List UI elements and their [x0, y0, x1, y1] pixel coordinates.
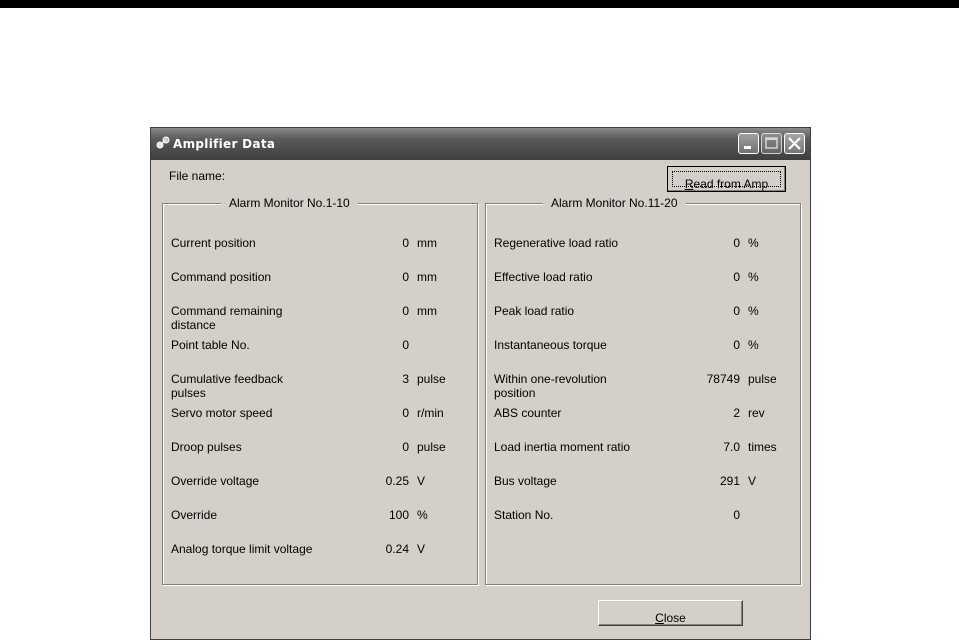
monitor-value: 3	[402, 372, 409, 386]
monitor-label: Within one-revolution position	[494, 372, 607, 400]
monitor-row: Peak load ratio 0%	[486, 304, 800, 338]
monitor-row: Load inertia moment ratio 7.0 times	[486, 440, 800, 474]
monitor-unit: pulse	[417, 372, 446, 386]
monitor-row: Bus voltage 291 V	[486, 474, 800, 508]
file-name-label: File name:	[169, 169, 226, 183]
monitor-label: Instantaneous torque	[494, 338, 607, 352]
monitor-label: Regenerative load ratio	[494, 236, 619, 250]
monitor-unit: times	[748, 440, 777, 454]
monitor-row: Current position 0 mm	[163, 236, 477, 270]
monitor-value: 100	[388, 508, 409, 522]
monitor-row: Instantaneous torque 0%	[486, 338, 800, 372]
monitor-value: 0	[402, 236, 409, 250]
monitor-row: Analog torque limit voltage 0.24 V	[163, 542, 477, 576]
monitor-value: 0	[402, 440, 409, 454]
monitor-label: Load inertia moment ratio	[494, 440, 631, 454]
monitor-label: Cumulative feedback pulses	[171, 372, 284, 400]
monitor-unit: mm	[417, 236, 437, 250]
page-top-rule	[0, 0, 959, 8]
alarm-monitor-group-1-10: Alarm Monitor No.1-10 Current position 0 m…	[162, 196, 478, 585]
monitor-unit: mm	[417, 270, 437, 284]
monitor-value: 0	[733, 338, 740, 352]
monitor-row: Override voltage 0.25 V	[163, 474, 477, 508]
monitor-unit: r/min	[417, 406, 444, 420]
monitor-label: Peak load ratio	[494, 304, 575, 318]
group-title-11-20: Alarm Monitor No.11-20	[543, 196, 686, 210]
monitor-label: Current position	[171, 236, 256, 250]
monitor-row: Point table No. 0	[163, 338, 477, 372]
read-from-amp-button[interactable]: Read from Amp	[667, 166, 786, 192]
monitor-label: Override voltage	[171, 474, 260, 488]
read-from-amp-label: Read from Amp	[684, 177, 769, 191]
monitor-row: Station No. 0	[486, 508, 800, 542]
monitor-row: Cumulative feedback pulses 3 pulse	[163, 372, 477, 406]
monitor-label: Bus voltage	[494, 474, 557, 488]
close-button-label: Close	[655, 611, 686, 625]
app-icon	[155, 135, 171, 151]
monitor-unit: V	[748, 474, 757, 488]
monitor-unit: rev	[748, 406, 765, 420]
monitor-label: Command position	[171, 270, 272, 284]
monitor-label: Analog torque limit voltage	[171, 542, 313, 556]
monitor-unit: %	[748, 304, 759, 318]
monitor-unit: V	[417, 474, 426, 488]
monitor-value: 0	[733, 270, 740, 284]
monitor-value: 2	[733, 406, 740, 420]
monitor-label: Droop pulses	[171, 440, 242, 454]
monitor-value: 0	[733, 508, 740, 522]
title-bar[interactable]: Amplifier Data	[151, 128, 810, 160]
monitor-value: 0	[733, 304, 740, 318]
monitor-value: 78749	[706, 372, 740, 386]
monitor-value: 0.24	[385, 542, 409, 556]
monitor-label: ABS counter	[494, 406, 562, 420]
monitor-row: Command position 0 mm	[163, 270, 477, 304]
monitor-unit: %	[748, 270, 759, 284]
close-button[interactable]: Close	[598, 600, 743, 626]
monitor-unit: %	[748, 338, 759, 352]
close-icon	[788, 137, 801, 150]
monitor-label: Servo motor speed	[171, 406, 273, 420]
close-window-button[interactable]	[784, 133, 805, 154]
monitor-unit: %	[748, 236, 759, 250]
monitor-unit: mm	[417, 304, 437, 318]
monitor-label: Override	[171, 508, 218, 522]
monitor-value: 0	[402, 304, 409, 318]
monitor-value: 0	[733, 236, 740, 250]
monitor-value: 0	[402, 338, 409, 352]
minimize-button[interactable]	[738, 133, 759, 154]
monitor-row: Droop pulses 0 pulse	[163, 440, 477, 474]
monitor-label: Point table No.	[171, 338, 250, 352]
monitor-row: Servo motor speed 0 r/min	[163, 406, 477, 440]
monitor-row: Command remaining distance 0 mm	[163, 304, 477, 338]
maximize-icon	[765, 137, 778, 149]
alarm-monitor-group-11-20: Alarm Monitor No.11-20 Regenerative load…	[485, 196, 801, 585]
monitor-row: Override 100%	[163, 508, 477, 542]
maximize-button[interactable]	[761, 133, 782, 154]
monitor-row: Regenerative load ratio 0%	[486, 236, 800, 270]
monitor-value: 7.0	[723, 440, 740, 454]
monitor-row: Effective load ratio 0%	[486, 270, 800, 304]
monitor-value: 291	[719, 474, 740, 488]
monitor-unit: %	[417, 508, 428, 522]
group-title-1-10: Alarm Monitor No.1-10	[221, 196, 358, 210]
monitor-unit: pulse	[748, 372, 777, 386]
monitor-value: 0	[402, 270, 409, 284]
monitor-value: 0	[402, 406, 409, 420]
monitor-label: Effective load ratio	[494, 270, 593, 284]
monitor-row: ABS counter 2 rev	[486, 406, 800, 440]
minimize-icon	[744, 146, 751, 149]
monitor-row: Within one-revolution position 78749 pulse	[486, 372, 800, 406]
monitor-unit: pulse	[417, 440, 446, 454]
monitor-value: 0.25	[385, 474, 409, 488]
amplifier-data-window: Amplifier Data File name: Read from Amp …	[150, 127, 811, 640]
window-title: Amplifier Data	[173, 137, 276, 151]
monitor-label: Command remaining distance	[171, 304, 283, 332]
monitor-unit: V	[417, 542, 426, 556]
monitor-label: Station No.	[494, 508, 554, 522]
